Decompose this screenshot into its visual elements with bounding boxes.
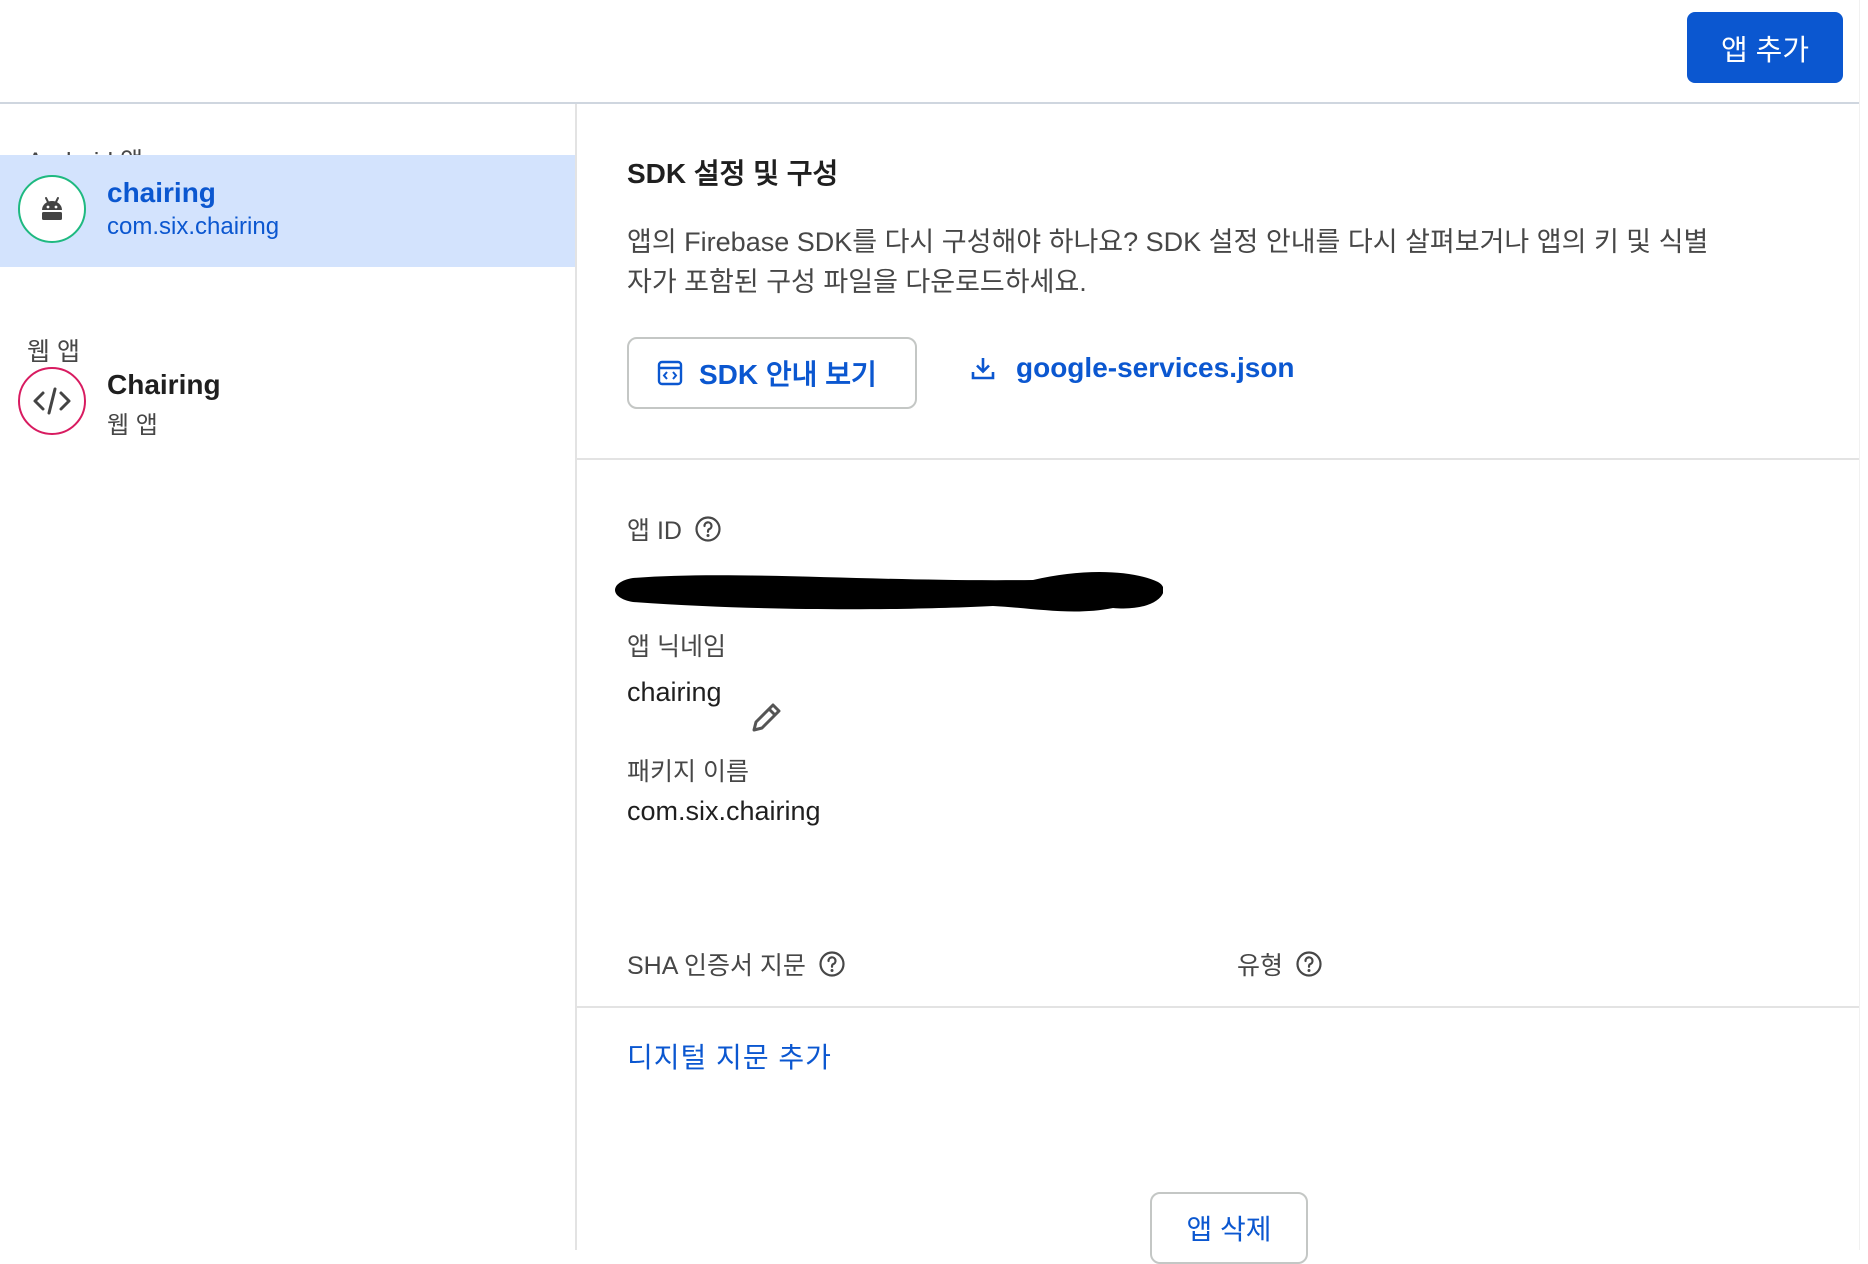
web-avatar: [18, 367, 86, 435]
app-type: 웹 앱: [107, 412, 158, 439]
sdk-description-line: 자가 포함된 구성 파일을 다운로드하세요.: [627, 267, 1087, 297]
sha-label: SHA 인증서 지문: [627, 946, 846, 982]
delete-app-button[interactable]: 앱 삭제: [1150, 1192, 1308, 1264]
download-config-link[interactable]: google-services.json: [970, 352, 1295, 384]
app-id-label-text: 앱 ID: [627, 517, 682, 545]
type-label-text: 유형: [1237, 952, 1284, 980]
section-divider: [577, 458, 1859, 460]
add-app-button[interactable]: 앱 추가: [1687, 12, 1843, 83]
sha-label-text: SHA 인증서 지문: [627, 952, 806, 980]
pencil-icon[interactable]: [748, 700, 784, 736]
app-name: Chairing: [107, 369, 221, 400]
app-package: com.six.chairing: [107, 213, 280, 240]
sdk-guide-button[interactable]: SDK 안내 보기: [627, 337, 917, 409]
app-name: chairing: [107, 177, 216, 208]
sdk-section-title: SDK 설정 및 구성: [627, 158, 839, 189]
app-item-chairing-web[interactable]: Chairing 웹 앱: [0, 347, 575, 459]
app-id-label: 앱 ID: [627, 511, 722, 547]
android-icon: [42, 197, 62, 220]
redacted-app-id: [615, 572, 1163, 612]
package-value: com.six.chairing: [627, 796, 821, 826]
app-item-chairing-android[interactable]: chairing com.six.chairing: [0, 155, 575, 267]
app-sidebar: Android 앱 chairing com.six.chairing 웹 앱 …: [0, 104, 577, 1250]
scrollbar[interactable]: [1859, 0, 1868, 1250]
sdk-description: 앱의 Firebase SDK를 다시 구성해야 하나요? SDK 설정 안내를…: [627, 222, 1827, 302]
help-icon[interactable]: [694, 515, 722, 543]
code-window-icon: [657, 360, 683, 386]
help-icon[interactable]: [1295, 950, 1323, 978]
download-label: google-services.json: [1016, 352, 1295, 383]
app-settings-panel: SDK 설정 및 구성 앱의 Firebase SDK를 다시 구성해야 하나요…: [577, 104, 1859, 1264]
help-icon[interactable]: [818, 950, 846, 978]
add-fingerprint-link[interactable]: 디지털 지문 추가: [627, 1036, 832, 1076]
android-avatar: [18, 175, 86, 243]
code-icon: [33, 387, 71, 415]
top-bar: 앱 추가: [0, 0, 1868, 104]
nickname-value: chairing: [627, 677, 722, 707]
sdk-guide-label: SDK 안내 보기: [699, 359, 877, 390]
section-divider: [577, 1006, 1859, 1008]
package-label: 패키지 이름: [627, 758, 749, 786]
type-label: 유형: [1237, 946, 1323, 982]
sdk-description-line: 앱의 Firebase SDK를 다시 구성해야 하나요? SDK 설정 안내를…: [627, 227, 1709, 257]
download-icon: [971, 358, 995, 380]
nickname-label: 앱 닉네임: [627, 633, 726, 661]
